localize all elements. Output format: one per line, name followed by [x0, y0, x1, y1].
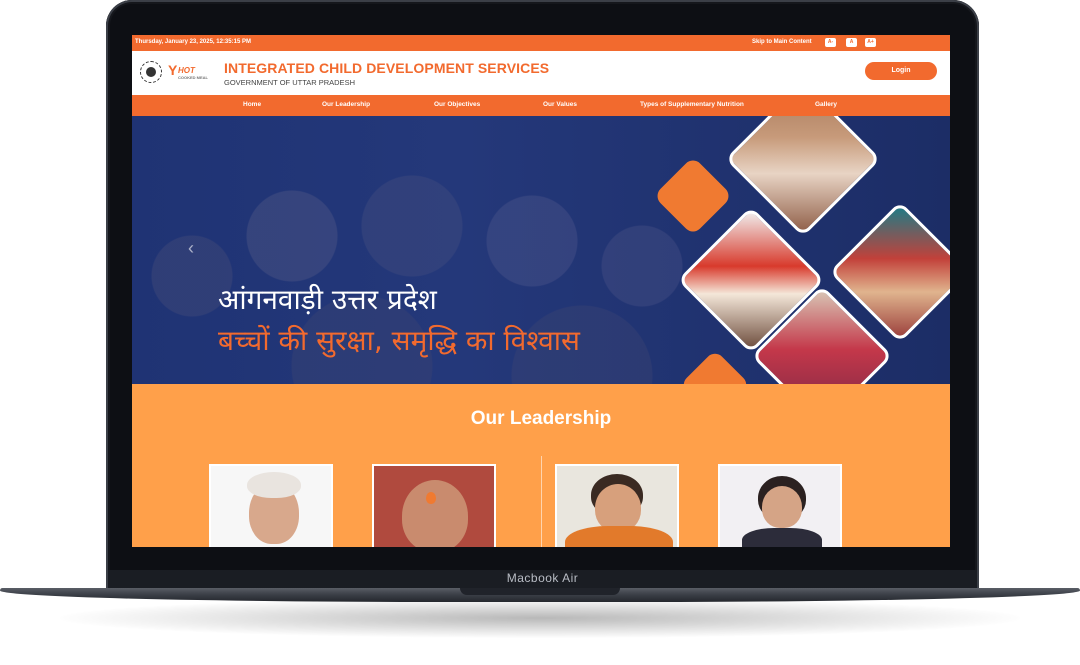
laptop-shadow — [60, 598, 1020, 638]
logo-text: HOT — [178, 66, 195, 75]
site-title: INTEGRATED CHILD DEVELOPMENT SERVICES — [224, 60, 550, 76]
hero-heading: आंगनवाड़ी उत्तर प्रदेश — [218, 283, 437, 316]
section-title: Our Leadership — [470, 408, 612, 429]
decor-orange-diamond — [653, 156, 733, 236]
leader-hair — [247, 472, 301, 498]
font-normal-button[interactable]: A — [846, 38, 857, 47]
leader-head — [402, 480, 468, 547]
leader-tilak — [426, 492, 436, 504]
browser-screen: Thursday, January 23, 2025, 12:35:15 PM … — [132, 35, 950, 547]
leader-dress — [742, 528, 822, 547]
hero-tagline: बच्चों की सुरक्षा, समृद्धि का विश्वास — [218, 324, 580, 357]
site-header: Y HOT COOKED MEAL INTEGRATED CHILD DEVEL… — [132, 51, 950, 95]
laptop-notch — [460, 588, 620, 595]
nav-item-our-leadership[interactable]: Our Leadership — [322, 101, 370, 108]
datetime-text: Thursday, January 23, 2025, 12:35:15 PM — [135, 39, 251, 45]
leader-head — [762, 486, 802, 528]
leader-saree — [565, 526, 673, 547]
decor-orange-diamond-bottom — [679, 349, 751, 384]
utility-bar: Thursday, January 23, 2025, 12:35:15 PM … — [132, 35, 950, 51]
leadership-section: Our Leadership — [132, 384, 950, 547]
font-decrease-button[interactable]: A- — [825, 38, 836, 47]
hero-carousel: ‹ आंगनवाड़ी उत्तर प्रदेश बच्चों की सुरक्… — [132, 116, 950, 384]
main-nav: Home Our Leadership Our Objectives Our V… — [132, 95, 950, 116]
nav-item-supplementary-nutrition[interactable]: Types of Supplementary Nutrition — [640, 101, 744, 108]
child-figure-icon: Y — [168, 62, 178, 78]
logo-subtext: COOKED MEAL — [178, 75, 208, 80]
hot-cooked-meal-logo[interactable]: Y HOT COOKED MEAL — [168, 60, 216, 84]
nav-item-our-values[interactable]: Our Values — [543, 101, 577, 108]
nav-item-gallery[interactable]: Gallery — [815, 101, 837, 108]
leader-portrait-2[interactable] — [372, 464, 496, 547]
leader-portrait-4[interactable] — [718, 464, 842, 547]
leader-head — [595, 484, 641, 532]
nav-item-our-objectives[interactable]: Our Objectives — [434, 101, 480, 108]
site-subtitle: GOVERNMENT OF UTTAR PRADESH — [224, 78, 355, 87]
font-increase-button[interactable]: A+ — [865, 38, 876, 47]
carousel-prev-arrow[interactable]: ‹ — [188, 238, 194, 259]
state-emblem-logo[interactable] — [140, 61, 162, 83]
leader-portrait-3[interactable] — [555, 464, 679, 547]
leader-portrait-1[interactable] — [209, 464, 333, 547]
nav-item-home[interactable]: Home — [243, 101, 261, 108]
device-label: Macbook Air — [506, 571, 579, 585]
login-button[interactable]: Login — [865, 62, 937, 80]
leadership-divider — [541, 456, 542, 547]
skip-to-content-link[interactable]: Skip to Main Content — [752, 39, 812, 45]
